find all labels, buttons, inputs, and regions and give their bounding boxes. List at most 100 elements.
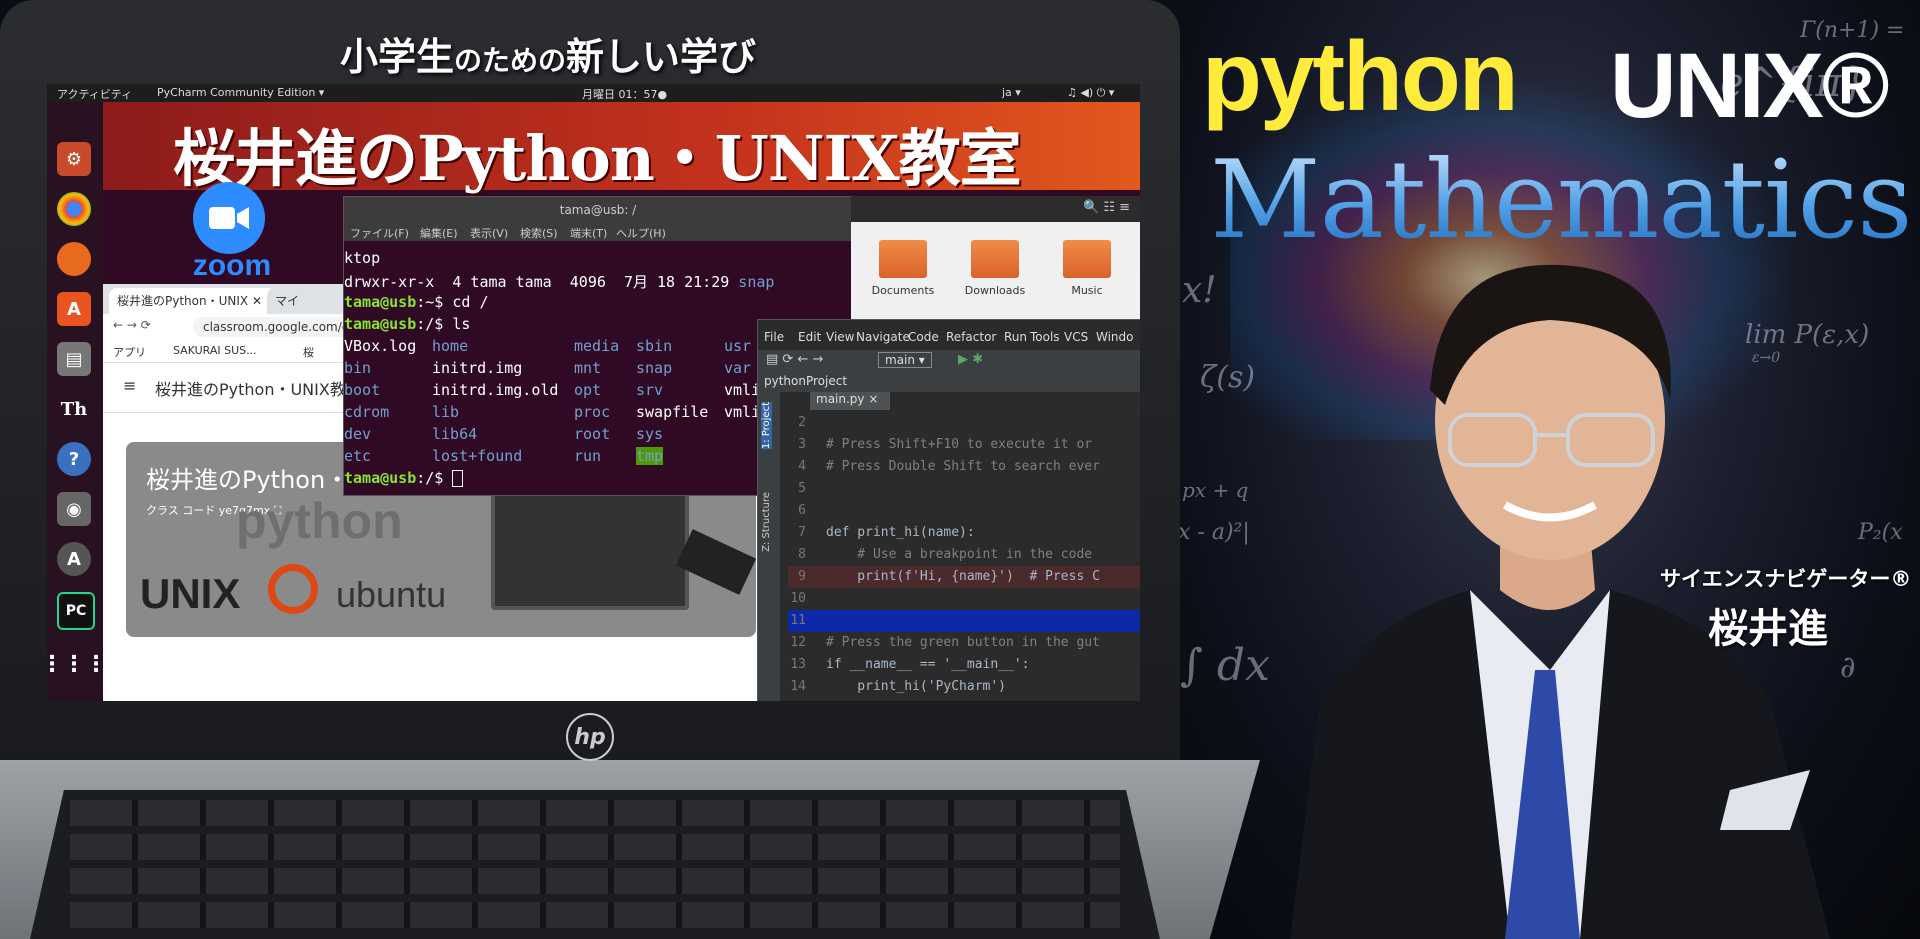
pycharm-window[interactable]: File Edit View Navigate Code Refactor Run Tools…: [757, 319, 1140, 701]
code-line: 9 print(f'Hi, {name}') # Press C: [788, 566, 1140, 588]
pycharm-menu-item[interactable]: Run: [1004, 330, 1027, 344]
file-manager-window[interactable]: 🔍 ☷ ≡ Documents Downloads Music: [851, 196, 1140, 326]
structure-tool-label[interactable]: Z: Structure: [761, 492, 772, 552]
ls-entry: initrd.img.old: [432, 381, 559, 399]
clock[interactable]: 月曜日 01：57●: [582, 86, 667, 102]
ls-entry: media: [574, 337, 620, 355]
language-indicator[interactable]: ja ▾: [1002, 86, 1021, 99]
ls-entry: cdrom: [344, 403, 390, 421]
code-line: 11: [788, 610, 1140, 632]
python-title: python: [1202, 21, 1519, 131]
code-line: 8 # Use a breakpoint in the code: [798, 547, 1093, 562]
project-tool-label[interactable]: 1: Project: [761, 402, 772, 450]
software-center-icon[interactable]: A: [57, 292, 91, 326]
folder-documents[interactable]: Documents: [871, 240, 935, 297]
ls-entry: sbin: [636, 337, 673, 355]
settings-icon[interactable]: ⚙: [57, 142, 91, 176]
python-logo-text: python: [236, 493, 403, 549]
ubuntu-top-bar: アクティビティ PyCharm Community Edition ▾ 月曜日 …: [47, 84, 1140, 102]
ls-entry: lib64: [432, 425, 478, 443]
app-menu[interactable]: PyCharm Community Edition ▾: [157, 86, 324, 99]
camera-icon[interactable]: ◉: [57, 492, 91, 526]
bookmark-apps[interactable]: アプリ: [113, 344, 146, 360]
project-side-panel[interactable]: 1: Project Z: Structure: [758, 392, 780, 701]
menu-item[interactable]: ファイル(F): [350, 225, 409, 241]
chrome-tab-classroom[interactable]: 桜井進のPython・UNIX ✕: [109, 288, 275, 314]
code-line: 7 def print_hi(name):: [798, 525, 975, 540]
pycharm-menu-item[interactable]: View: [826, 330, 854, 344]
terminal-title: tama@usb: /: [344, 197, 852, 223]
pycharm-menu-item[interactable]: Navigate: [856, 330, 910, 344]
ls-entry: snap: [636, 359, 673, 377]
ls-entry: root: [574, 425, 611, 443]
code-line: 5: [798, 481, 806, 496]
terminal-line: ktop: [344, 249, 381, 267]
code-line: 3 # Press Shift+F10 to execute it or: [798, 437, 1093, 452]
activities-button[interactable]: アクティビティ: [57, 86, 132, 102]
ls-entry: var: [724, 359, 752, 377]
ls-entry: vmli: [724, 381, 761, 399]
menu-item[interactable]: 編集(E): [420, 225, 458, 241]
ls-entry: home: [432, 337, 469, 355]
zoom-label: zoom: [192, 249, 272, 282]
code-line: 12 # Press the green button in the gut: [790, 635, 1100, 650]
update-icon[interactable]: A: [57, 542, 91, 576]
code-line: 14 print_hi('PyCharm'): [790, 679, 1007, 694]
code-line: 6: [798, 503, 806, 518]
banner-title: 桜井進のPython・UNIX教室: [173, 122, 1022, 195]
menu-item[interactable]: 検索(S): [520, 225, 558, 241]
ubuntu-logo-text: ubuntu: [336, 574, 447, 615]
menu-item[interactable]: 表示(V): [470, 225, 508, 241]
ls-entry: opt: [574, 381, 602, 399]
menu-item[interactable]: ヘルプ(H): [616, 225, 666, 241]
ls-entry: lost+found: [432, 447, 523, 465]
system-icons[interactable]: ♫ ◀) ⏻ ▾: [1067, 86, 1114, 100]
pycharm-toolbar: ▤ ⟳ ← → main ▾ ▶ ✱: [758, 350, 1140, 372]
pycharm-menu-item[interactable]: Refactor: [946, 330, 996, 344]
ls-entry: VBox.log: [344, 337, 417, 355]
app-grid-icon[interactable]: ⋮⋮⋮: [47, 647, 107, 681]
menu-item[interactable]: 端末(T): [570, 225, 607, 241]
pycharm-menu-item[interactable]: VCS: [1064, 330, 1088, 344]
zoom-icon[interactable]: [193, 182, 265, 254]
drive-icon[interactable]: ▤: [57, 342, 91, 376]
pycharm-menu-item[interactable]: File: [764, 330, 784, 344]
pycharm-menu-item[interactable]: Windo: [1096, 330, 1134, 344]
menu-icon[interactable]: ≡: [123, 376, 136, 395]
font-viewer-icon[interactable]: Th: [57, 392, 91, 426]
code-line: 4 # Press Double Shift to search ever: [798, 459, 1100, 474]
bookmark-sakurai[interactable]: SAKURAI SUS...: [173, 344, 257, 357]
nav-buttons[interactable]: ← → ⟳: [113, 318, 151, 332]
ls-entry: boot: [344, 381, 381, 399]
pycharm-icon[interactable]: PC: [57, 592, 95, 630]
help-icon[interactable]: ?: [57, 442, 91, 476]
ls-entry: proc: [574, 403, 611, 421]
math-formula: ζ(s): [1200, 360, 1256, 395]
navigator-label: サイエンスナビゲーター®: [1660, 567, 1912, 591]
class-banner: 桜井進のPython・UNIX教室: [103, 102, 1140, 195]
unix-logo-text: UNIX: [140, 570, 241, 617]
browser-icon[interactable]: [57, 242, 91, 276]
ls-entry: dev: [344, 425, 372, 443]
toolbar-icons[interactable]: ▤ ⟳ ← →: [766, 352, 823, 367]
chrome-icon[interactable]: [57, 192, 91, 226]
ls-entry: srv: [636, 381, 664, 399]
folder-music[interactable]: Music: [1055, 240, 1119, 297]
code-line: 2: [798, 415, 806, 430]
bookmark-3[interactable]: 桜: [303, 344, 314, 360]
ls-entry: mnt: [574, 359, 602, 377]
chrome-tab-drive[interactable]: マイ: [267, 288, 343, 314]
ls-entry: vmli: [724, 403, 761, 421]
pycharm-menu-item[interactable]: Tools: [1030, 330, 1060, 344]
pycharm-menu-item[interactable]: Code: [908, 330, 939, 344]
editor-tab[interactable]: main.py ×: [810, 392, 890, 410]
laptop-thumbnail: [491, 482, 689, 610]
run-icon[interactable]: ▶ ✱: [958, 352, 983, 367]
ubuntu-dock: ⚙ A ▤ Th ? ◉ A PC ⋮⋮⋮: [47, 102, 107, 701]
hp-logo: hp: [566, 713, 614, 761]
laptop-keyboard: [30, 790, 1160, 939]
ls-entry: usr: [724, 337, 752, 355]
pycharm-menu-item[interactable]: Edit: [798, 330, 821, 344]
branch-selector[interactable]: main ▾: [878, 352, 932, 368]
folder-downloads[interactable]: Downloads: [963, 240, 1027, 297]
